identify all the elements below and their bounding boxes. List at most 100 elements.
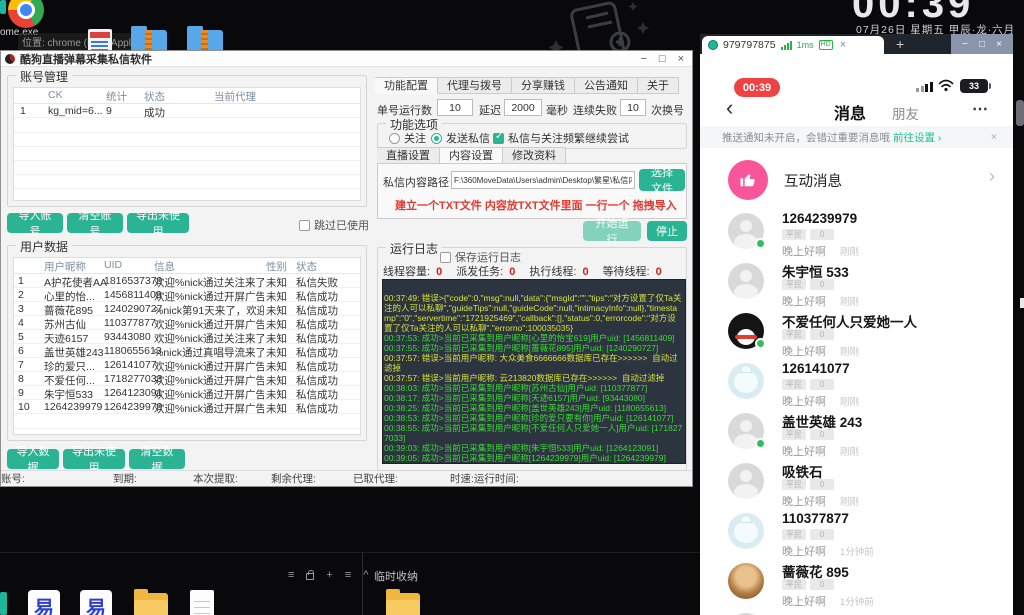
menu-icon[interactable]: ≡: [345, 569, 351, 581]
radio-icon[interactable]: [389, 133, 400, 144]
tab[interactable]: 分享赚钱: [512, 77, 575, 94]
partial-edge-icon: [1016, 100, 1024, 126]
fail-count-input[interactable]: [620, 99, 646, 116]
count-badge: 0: [810, 429, 834, 440]
tab[interactable]: 功能配置: [375, 77, 438, 94]
maximize-icon[interactable]: □: [659, 51, 666, 67]
import-data-button[interactable]: 导入数据: [7, 449, 59, 469]
user-table-row[interactable]: 3 蔷薇花895 1240290727 %nick第91天来了，欢迎~ 未知 私…: [14, 302, 360, 316]
yi-language-icon[interactable]: 易: [80, 590, 112, 615]
user-table-row[interactable]: 6 盖世英雄243 1180655613 %nick通过真唱导流来了 未知 私信…: [14, 344, 360, 358]
minimize-icon[interactable]: −: [962, 39, 968, 50]
account-table-row[interactable]: 1 kg_mid=6... 9 成功: [14, 104, 360, 118]
recording-timer[interactable]: 00:39: [734, 78, 780, 97]
chat-list-item[interactable]: 1264239979 平民 0 晚上好啊刚刚: [700, 210, 1013, 260]
checkbox-icon[interactable]: [299, 220, 310, 231]
choose-file-button[interactable]: 选择文件: [639, 169, 685, 191]
user-table-row[interactable]: 8 不爱任何... 1718277033 欢迎%nick通过开屏广告来了 未知 …: [14, 372, 360, 386]
tab[interactable]: 直播设置: [377, 147, 440, 164]
user-table-row[interactable]: 9 朱宇恒533 1264123091 欢迎%nick通过开屏广告来了 未知 私…: [14, 386, 360, 400]
yi-language-icon[interactable]: 易: [28, 590, 60, 615]
tab-friends[interactable]: 朋友: [892, 103, 919, 123]
user-table-row[interactable]: 7 珍的爱只... 126141077 欢迎%nick通过开屏广告来了 未知 私…: [14, 358, 360, 372]
more-icon[interactable]: ⋯: [972, 99, 989, 119]
import-accounts-button[interactable]: 导入账号: [7, 213, 63, 233]
app-titlebar[interactable]: 酷狗直播弹幕采集私信软件 − □ ×: [1, 51, 692, 67]
avatar: [728, 563, 764, 599]
avatar: [728, 363, 764, 399]
document-icon[interactable]: [190, 590, 214, 615]
chat-badges: 平民 0: [782, 329, 834, 340]
banner-close-icon[interactable]: ×: [991, 131, 997, 143]
clear-accounts-button[interactable]: 清空账号: [67, 213, 123, 233]
tab[interactable]: 关于: [638, 77, 679, 94]
collapse-icon[interactable]: ^: [363, 569, 368, 581]
chat-list-item[interactable]: 朱宇恒 533 平民 0 晚上好啊刚刚: [700, 260, 1013, 310]
emulator-tab[interactable]: 979797875 1ms HD ×: [702, 36, 884, 54]
folder-icon[interactable]: [134, 593, 168, 615]
skip-used-checkbox[interactable]: 跳过已使用: [299, 217, 369, 233]
maximize-icon[interactable]: □: [979, 39, 985, 50]
export-unused-accounts-button[interactable]: 导出未使用: [127, 213, 189, 233]
add-icon[interactable]: +: [326, 569, 332, 581]
chat-list-item[interactable]: 心里的怡宝 619 平民 0 晚上好啊刚刚: [700, 610, 1013, 615]
send-pm-radio[interactable]: 发送私信: [431, 130, 490, 146]
tab[interactable]: 代理与拨号: [438, 77, 512, 94]
status-field: 时速:: [450, 471, 474, 486]
chrome-icon[interactable]: [8, 0, 44, 28]
close-icon[interactable]: ×: [678, 51, 684, 67]
delay-input[interactable]: [504, 99, 542, 116]
folder-icon[interactable]: [386, 593, 420, 615]
level-badge: 平民: [782, 329, 806, 340]
user-table-row[interactable]: 5 天迹6157 93443080 欢迎%nick通过关注来了 未知 私信成功: [14, 330, 360, 344]
tab-messages[interactable]: 消息: [834, 100, 866, 124]
user-table-row[interactable]: 10 1264239979 1264239979 欢迎%nick通过开屏广告来了…: [14, 400, 360, 414]
retry-checkbox[interactable]: ✓ 私信与关注频繁继续尝试: [493, 130, 629, 146]
tab-close-icon[interactable]: ×: [840, 39, 846, 51]
partial-app-icon[interactable]: [0, 592, 7, 615]
run-count-input[interactable]: [437, 99, 473, 116]
interactive-messages-item[interactable]: 互动消息 ›: [700, 158, 1013, 208]
go-settings-link[interactable]: 前往设置 ›: [893, 130, 941, 145]
chat-list-item[interactable]: 126141077 平民 0 晚上好啊刚刚: [700, 360, 1013, 410]
sort-icon[interactable]: ≡: [288, 569, 294, 581]
user-data-group-legend: 用户数据: [16, 238, 72, 255]
chat-preview: 晚上好啊刚刚: [782, 443, 859, 459]
export-unused-data-button[interactable]: 导出未使用: [63, 449, 125, 469]
lock-icon[interactable]: [306, 573, 314, 580]
app-title: 酷狗直播弹幕采集私信软件: [20, 51, 152, 67]
user-table-row[interactable]: 2 心里的怡... 1456811409 欢迎%nick通过开屏广告来了 未知 …: [14, 288, 360, 302]
signal-icon: [781, 41, 792, 50]
checkbox-icon[interactable]: [440, 252, 451, 263]
chat-list-item[interactable]: 吸铁石 平民 0 晚上好啊刚刚: [700, 460, 1013, 510]
user-table-row[interactable]: 4 苏州古仙 110377877 欢迎%nick通过开屏广告来了 未知 私信成功: [14, 316, 360, 330]
clear-data-button[interactable]: 清空数据: [129, 449, 185, 469]
log-console[interactable]: 00:37:49: 错误>{"code":0,"msg":null,"data"…: [382, 279, 686, 464]
user-table-row[interactable]: 1 A护花使者AA 1816537379 欢迎%nick通过关注来了 未知 私信…: [14, 274, 360, 288]
chat-list-item[interactable]: 不爱任何人只爱她一人 平民 0 晚上好啊刚刚: [700, 310, 1013, 360]
log-line: 00:37:49: 错误>{"code":0,"msg":null,"data"…: [384, 293, 684, 333]
new-tab-icon[interactable]: +: [896, 34, 904, 54]
stop-button[interactable]: 停止: [647, 221, 687, 241]
back-icon[interactable]: ‹: [726, 98, 733, 118]
checkbox-icon[interactable]: ✓: [493, 133, 504, 144]
follow-radio[interactable]: 关注: [389, 130, 426, 146]
chat-list-item[interactable]: 盖世英雄 243 平民 0 晚上好啊刚刚: [700, 410, 1013, 460]
tab[interactable]: 公告通知: [575, 77, 638, 94]
minimize-icon[interactable]: −: [640, 51, 646, 67]
pm-path-input[interactable]: [451, 171, 635, 189]
push-notice-banner: 推送通知未开启，会错过重要消息哦 前往设置 › ×: [700, 126, 1013, 148]
partial-app-icon[interactable]: [0, 0, 6, 14]
level-badge: 平民: [782, 379, 806, 390]
close-icon[interactable]: ×: [996, 39, 1002, 50]
chat-name: 朱宇恒 533: [782, 261, 849, 281]
account-table[interactable]: CK 统计 状态 当前代理 1 kg_mid=6... 9 成功: [13, 87, 361, 201]
start-run-button[interactable]: 开始运行: [583, 221, 641, 241]
tab[interactable]: 内容设置: [440, 147, 503, 164]
user-table[interactable]: 用户昵称 UID 信息 性别 状态 1 A护花使者AA 1816537379 欢…: [13, 257, 361, 435]
radio-icon[interactable]: [431, 133, 442, 144]
organizer-divider: [362, 552, 363, 615]
tab[interactable]: 修改资料: [503, 147, 566, 164]
chat-list-item[interactable]: 110377877 平民 0 晚上好啊1分钟前: [700, 510, 1013, 560]
chat-list-item[interactable]: 蔷薇花 895 平民 0 晚上好啊1分钟前: [700, 560, 1013, 610]
